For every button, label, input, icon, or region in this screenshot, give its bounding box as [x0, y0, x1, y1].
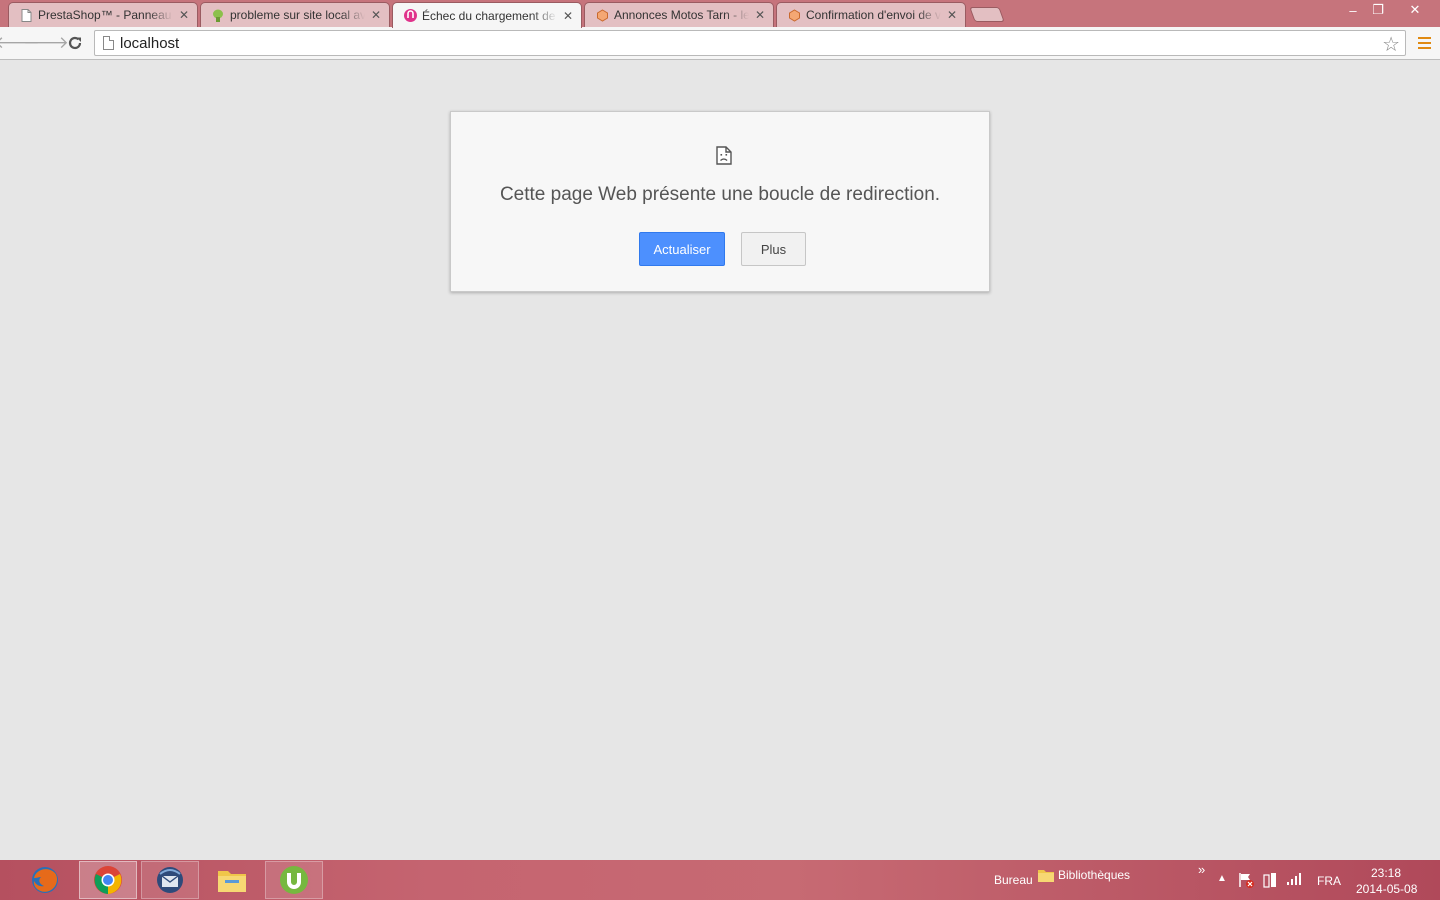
restore-icon[interactable]: ❐ [1366, 0, 1390, 20]
action-center-flag-icon[interactable] [1238, 872, 1254, 893]
taskbar-toolbar-label: Bureau [994, 873, 1033, 887]
address-url: localhost [120, 35, 180, 52]
libraries-link[interactable]: Bibliothèques [1058, 868, 1130, 882]
tab-prestashop-admin[interactable]: PrestaShop™ - Panneau d'administration ✕ [8, 2, 198, 27]
page-icon [19, 8, 33, 22]
error-message: Cette page Web présente une boucle de re… [499, 184, 941, 205]
libraries-folder-icon [1038, 869, 1054, 882]
chrome-menu-icon[interactable] [1418, 37, 1431, 49]
tab-close-icon[interactable]: ✕ [753, 8, 767, 22]
tab-annonces-motos[interactable]: Annonces Motos Tarn - le bon coin ✕ [584, 2, 774, 27]
tab-echec-chargement[interactable]: Échec du chargement de la page ✕ [392, 2, 582, 28]
tab-confirmation-envoi[interactable]: Confirmation d'envoi de votre annonce ✕ [776, 2, 966, 27]
error-panel: Cette page Web présente une boucle de re… [450, 111, 990, 292]
prestashop-icon [211, 8, 225, 22]
reload-button[interactable]: Actualiser [639, 232, 725, 266]
sad-page-icon [716, 146, 732, 165]
more-details-button[interactable]: Plus [741, 232, 806, 266]
tab-probleme-site-local[interactable]: probleme sur site local avec ✕ [200, 2, 390, 27]
chrome-icon[interactable] [79, 861, 137, 899]
browser-toolbar: 🡐 🡒 localhost ☆ [0, 27, 1440, 60]
leboncoin-icon [787, 8, 801, 22]
new-tab-button[interactable] [969, 7, 1005, 22]
utorrent-icon[interactable] [265, 861, 323, 899]
tab-close-icon[interactable]: ✕ [561, 9, 575, 23]
minimize-icon[interactable]: – [1340, 0, 1366, 20]
network-signal-icon[interactable] [1286, 872, 1302, 891]
page-icon [103, 36, 114, 50]
forward-icon[interactable]: 🡒 [23, 31, 69, 55]
firefox-icon[interactable] [16, 861, 74, 899]
window-close-icon[interactable]: ✕ [1392, 0, 1438, 20]
bookmark-star-icon[interactable]: ☆ [1382, 32, 1400, 57]
window-title-bar: PrestaShop™ - Panneau d'administration ✕… [0, 0, 1440, 28]
input-language-indicator[interactable]: FRA [1317, 874, 1341, 888]
file-explorer-icon[interactable] [203, 861, 261, 899]
leboncoin-icon [595, 8, 609, 22]
magnet-icon [403, 9, 417, 23]
toolbar-overflow-chevron[interactable]: » [1198, 862, 1205, 877]
tab-close-icon[interactable]: ✕ [369, 8, 383, 22]
windows-taskbar: Bureau Bibliothèques » ▲ FRA 23:18 2014-… [0, 860, 1440, 900]
address-bar[interactable]: localhost ☆ [94, 30, 1406, 56]
power-battery-icon[interactable] [1263, 872, 1277, 893]
clock-time[interactable]: 23:18 [1371, 866, 1401, 880]
tab-close-icon[interactable]: ✕ [177, 8, 191, 22]
reload-icon[interactable] [63, 31, 87, 55]
clock-date[interactable]: 2014-05-08 [1356, 882, 1417, 896]
tab-close-icon[interactable]: ✕ [945, 8, 959, 22]
show-hidden-icons-icon[interactable]: ▲ [1217, 873, 1227, 884]
thunderbird-icon[interactable] [141, 861, 199, 899]
